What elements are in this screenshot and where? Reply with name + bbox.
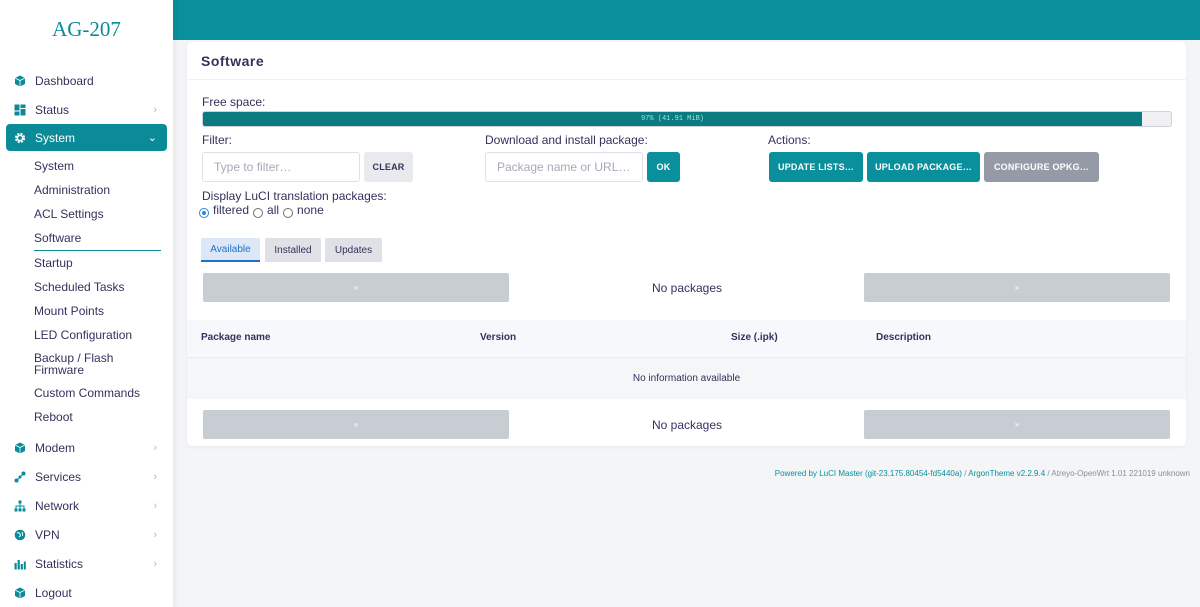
luci-link[interactable]: Powered by LuCI Master (git-23.175.80454… (775, 469, 962, 478)
network-icon (13, 499, 27, 513)
radio-none[interactable]: none (283, 203, 324, 218)
submenu-item-mount-points[interactable]: Mount Points (0, 299, 173, 323)
submenu-item-led-configuration[interactable]: LED Configuration (0, 323, 173, 347)
header-bar (173, 0, 1200, 40)
cube-icon (13, 586, 27, 600)
tab-installed[interactable]: Installed (265, 238, 321, 262)
radio-filtered[interactable]: filtered (199, 203, 249, 218)
share-icon (13, 470, 27, 484)
submenu-item-custom-commands[interactable]: Custom Commands (0, 381, 173, 405)
filter-label: Filter: (202, 133, 232, 147)
pager-prev-button[interactable]: « (203, 273, 509, 302)
sidebar-item-logout[interactable]: Logout (0, 578, 173, 607)
free-space-text: 97% (41.91 MiB) (640, 115, 704, 123)
sidebar-item-label: Dashboard (35, 73, 94, 88)
free-space-progress: 97% (41.91 MiB) (202, 111, 1172, 127)
system-submenu: System Administration ACL Settings Softw… (0, 151, 173, 431)
cube-icon (13, 74, 27, 88)
sidebar-item-dashboard[interactable]: Dashboard (0, 66, 173, 95)
chevron-down-icon: ⌄ (147, 132, 157, 144)
submenu-item-scheduled-tasks[interactable]: Scheduled Tasks (0, 275, 173, 299)
grid-icon (13, 103, 27, 117)
table-empty-row: No information available (187, 358, 1186, 399)
download-label: Download and install package: (485, 133, 648, 147)
free-space-progress-fill: 97% (41.91 MiB) (203, 112, 1142, 126)
radio-all[interactable]: all (253, 203, 279, 218)
globe-icon (13, 528, 27, 542)
sidebar-item-status[interactable]: Status › (0, 95, 173, 124)
filter-input[interactable]: Type to filter… (202, 152, 360, 182)
chevron-right-icon: › (153, 558, 157, 570)
column-header-package-name[interactable]: Package name (201, 332, 271, 343)
sidebar-item-label: Statistics (35, 556, 84, 571)
sidebar-item-label: Status (35, 102, 70, 117)
software-card: Software Free space: 97% (41.91 MiB) Fil… (187, 42, 1186, 446)
sidebar-item-modem[interactable]: Modem › (0, 433, 173, 462)
ok-button[interactable]: OK (647, 152, 680, 182)
clear-button[interactable]: CLEAR (364, 152, 413, 182)
cube-icon (13, 441, 27, 455)
radio-button[interactable] (199, 208, 209, 218)
sidebar-item-label: VPN (35, 527, 60, 542)
pager-prev-button-bottom[interactable]: « (203, 410, 509, 439)
page-title: Software (187, 42, 1186, 80)
sidebar-nav-bottom: Modem › Services › Network › VPN › Stati… (0, 433, 173, 607)
no-packages-text-bottom: No packages (651, 418, 723, 432)
no-packages-text: No packages (651, 281, 723, 295)
radio-button[interactable] (283, 208, 294, 218)
submenu-item-system[interactable]: System (0, 154, 173, 178)
pager-next-button-bottom[interactable]: » (864, 410, 1170, 439)
firmware-version: Atreyo-OpenWrt 1.01 221019 unknown (1051, 469, 1190, 478)
pager-next-button[interactable]: » (864, 273, 1170, 302)
submenu-item-backup-flash[interactable]: Backup / Flash Firmware (0, 347, 173, 381)
sidebar-item-label: Logout (35, 585, 72, 600)
sidebar-item-services[interactable]: Services › (0, 462, 173, 491)
submenu-item-acl-settings[interactable]: ACL Settings (0, 202, 173, 226)
column-header-description[interactable]: Description (876, 332, 931, 343)
sidebar-item-label: Modem (35, 440, 76, 455)
theme-link[interactable]: ArgonTheme v2.2.9.4 (968, 469, 1045, 478)
chevron-right-icon: › (153, 529, 157, 541)
submenu-item-startup[interactable]: Startup (0, 251, 173, 275)
footer: Powered by LuCI Master (git-23.175.80454… (775, 469, 1190, 478)
package-url-input[interactable]: Package name or URL… (485, 152, 643, 182)
package-table-header: Package name Version Size (.ipk) Descrip… (187, 320, 1186, 358)
radio-button[interactable] (253, 208, 264, 218)
sidebar-item-label: System (35, 130, 76, 145)
chevron-right-icon: › (153, 471, 157, 483)
bar-chart-icon (13, 557, 27, 571)
sidebar-item-vpn[interactable]: VPN › (0, 520, 173, 549)
actions-label: Actions: (768, 133, 811, 147)
column-header-version[interactable]: Version (480, 332, 516, 343)
chevron-right-icon: › (153, 500, 157, 512)
brand-logo[interactable]: AG-207 (0, 0, 173, 58)
sidebar: AG-207 Dashboard Status › System ⌄ Syste… (0, 0, 173, 607)
submenu-item-reboot[interactable]: Reboot (0, 405, 173, 429)
sidebar-item-statistics[interactable]: Statistics › (0, 549, 173, 578)
tab-available[interactable]: Available (201, 238, 260, 262)
column-header-size[interactable]: Size (.ipk) (731, 332, 778, 343)
sidebar-item-label: Network (35, 498, 80, 513)
translation-label: Display LuCI translation packages: (202, 189, 387, 203)
tab-updates[interactable]: Updates (325, 238, 382, 262)
submenu-item-software[interactable]: Software (0, 226, 173, 251)
free-space-label: Free space: (202, 95, 266, 109)
gear-icon (13, 131, 27, 145)
update-lists-button[interactable]: UPDATE LISTS… (769, 152, 863, 182)
translation-radio-group: filtered all none (199, 203, 328, 218)
submenu-item-administration[interactable]: Administration (0, 178, 173, 202)
configure-opkg-button[interactable]: CONFIGURE OPKG… (984, 152, 1099, 182)
sidebar-nav: Dashboard Status › System ⌄ (0, 66, 173, 151)
chevron-right-icon: › (153, 104, 157, 116)
chevron-right-icon: › (153, 442, 157, 454)
upload-package-button[interactable]: UPLOAD PACKAGE… (867, 152, 980, 182)
sidebar-item-network[interactable]: Network › (0, 491, 173, 520)
sidebar-item-label: Services (35, 469, 82, 484)
sidebar-item-system[interactable]: System ⌄ (6, 124, 167, 151)
